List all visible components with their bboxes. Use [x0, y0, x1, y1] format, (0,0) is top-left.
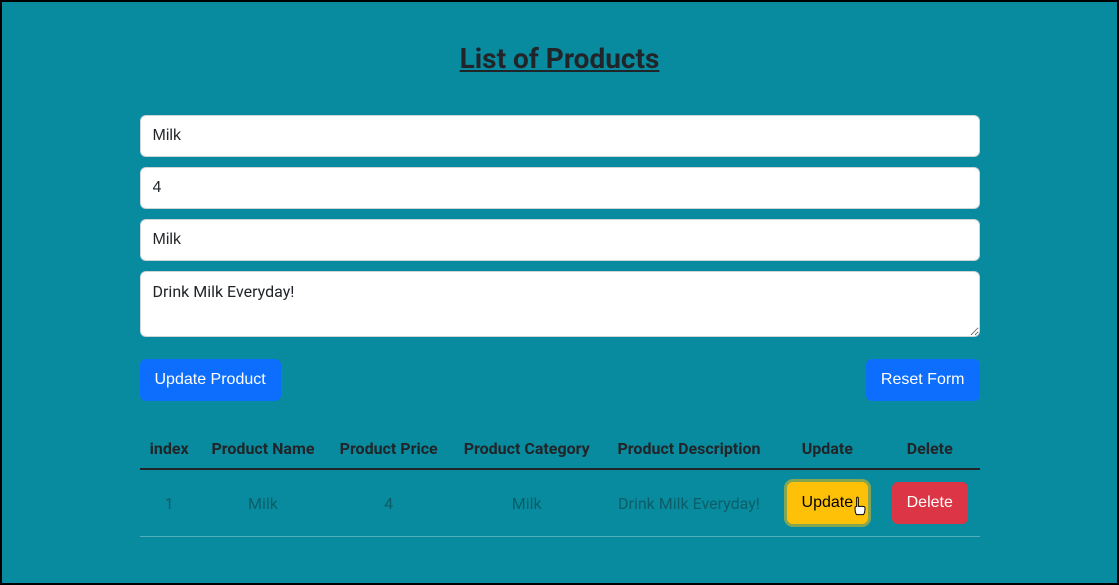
row-update-button[interactable]: Update: [787, 482, 869, 524]
cell-price: 4: [327, 469, 450, 537]
table-row: 1 Milk 4 Milk Drink Milk Everyday! Updat…: [140, 469, 980, 537]
product-category-input[interactable]: [140, 219, 980, 261]
col-product-description: Product Description: [603, 429, 774, 469]
cell-update: Update: [775, 469, 880, 537]
col-product-name: Product Name: [199, 429, 327, 469]
reset-form-button[interactable]: Reset Form: [866, 359, 980, 401]
product-price-input[interactable]: [140, 167, 980, 209]
row-delete-button[interactable]: Delete: [892, 482, 968, 524]
products-table: index Product Name Product Price Product…: [140, 429, 980, 537]
product-description-input[interactable]: Drink Milk Everyday!: [140, 271, 980, 337]
cell-name: Milk: [199, 469, 327, 537]
col-update: Update: [775, 429, 880, 469]
update-product-button[interactable]: Update Product: [140, 359, 281, 401]
col-product-category: Product Category: [450, 429, 603, 469]
product-name-input[interactable]: [140, 115, 980, 157]
cell-index: 1: [140, 469, 199, 537]
col-product-price: Product Price: [327, 429, 450, 469]
cell-category: Milk: [450, 469, 603, 537]
col-index: index: [140, 429, 199, 469]
cell-description: Drink Milk Everyday!: [603, 469, 774, 537]
col-delete: Delete: [880, 429, 980, 469]
cell-delete: Delete: [880, 469, 980, 537]
table-header-row: index Product Name Product Price Product…: [140, 429, 980, 469]
page-title: List of Products: [140, 42, 980, 75]
